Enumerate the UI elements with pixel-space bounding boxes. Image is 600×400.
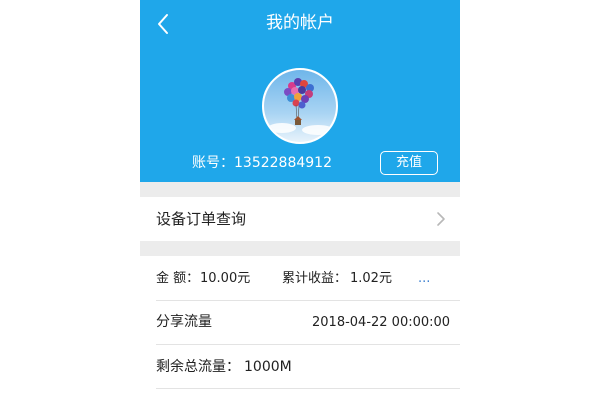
earnings-value: 1.02元 (350, 271, 392, 286)
recharge-button[interactable]: 充值 (380, 151, 438, 175)
amount-value: 10.00元 (200, 271, 251, 286)
page-title: 我的帐户 (266, 13, 334, 33)
avatar[interactable] (262, 68, 338, 144)
account-header: 我的帐户 账号：13522884912 充值 (140, 0, 460, 182)
more-button[interactable]: ... (418, 269, 430, 289)
remaining-traffic-label: 剩余总流量： (156, 359, 240, 375)
device-orders-label: 设备订单查询 (156, 210, 247, 228)
stats-section: 金 额： 10.00元 累计收益： 1.02元 ... 分享流量 2018-04… (140, 256, 460, 400)
account-number: 账号：13522884912 (192, 155, 332, 171)
divider (156, 344, 460, 345)
remaining-traffic-value: 1000M (244, 359, 292, 375)
chevron-right-icon (437, 212, 445, 226)
share-traffic-time: 2018-04-22 00:00:00 (312, 315, 451, 330)
earnings-label: 累计收益： (282, 271, 348, 286)
device-orders-row[interactable]: 设备订单查询 (140, 197, 460, 241)
section-gap (140, 182, 460, 197)
amount-label: 金 额： (156, 271, 200, 286)
phone-screen: 我的帐户 账号：13522884912 充值 设备订单查询 金 额： 10.00… (140, 0, 460, 400)
section-gap (140, 241, 460, 256)
share-traffic-label: 分享流量 (156, 314, 212, 330)
divider (156, 300, 460, 301)
hot-air-balloon-avatar (264, 70, 336, 142)
divider (156, 388, 460, 389)
